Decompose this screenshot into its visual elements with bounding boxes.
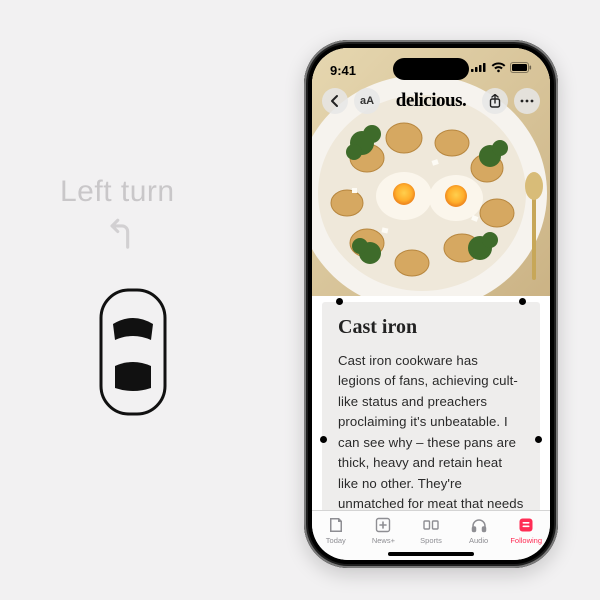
ellipsis-icon [520, 99, 534, 103]
tab-label: News+ [372, 536, 395, 545]
tab-following[interactable]: Following [504, 515, 548, 545]
article-body: Cast iron cookware has legions of fans, … [338, 351, 524, 512]
share-button[interactable] [482, 88, 508, 114]
newsplus-icon [373, 515, 393, 535]
battery-icon [510, 62, 532, 73]
publication-brand: delicious. [386, 90, 476, 112]
tab-audio[interactable]: Audio [457, 515, 501, 545]
screen: 9:41 aA delicious. [312, 48, 550, 560]
left-turn-arrow-icon [105, 216, 139, 250]
tab-sports[interactable]: Sports [409, 515, 453, 545]
news-icon [326, 515, 346, 535]
tab-label: Sports [420, 536, 442, 545]
share-icon [489, 94, 501, 108]
text-format-button[interactable]: aA [354, 88, 380, 114]
tab-label: Today [326, 536, 346, 545]
more-button[interactable] [514, 88, 540, 114]
dynamic-island [393, 58, 469, 80]
selection-handle [336, 298, 343, 305]
article-card: Cast iron Cast iron cookware has legions… [322, 302, 540, 512]
car-top-icon [95, 288, 171, 416]
back-button[interactable] [322, 88, 348, 114]
headphones-icon [469, 515, 489, 535]
wifi-icon [491, 62, 506, 73]
iphone-frame: 9:41 aA delicious. [304, 40, 558, 568]
article-title: Cast iron [338, 316, 524, 339]
tab-today[interactable]: Today [314, 515, 358, 545]
chevron-left-icon [330, 94, 340, 108]
status-time: 9:41 [330, 57, 356, 78]
tab-newsplus[interactable]: News+ [361, 515, 405, 545]
home-indicator [388, 552, 474, 556]
article-nav: aA delicious. [312, 84, 550, 118]
following-icon [516, 515, 536, 535]
tab-label: Audio [469, 536, 488, 545]
selection-handle [535, 436, 542, 443]
tab-label: Following [510, 536, 542, 545]
sports-icon [421, 515, 441, 535]
cellular-icon [471, 62, 487, 72]
left-turn-caption: Left turn [60, 175, 175, 209]
selection-handle [519, 298, 526, 305]
selection-handle [320, 436, 327, 443]
